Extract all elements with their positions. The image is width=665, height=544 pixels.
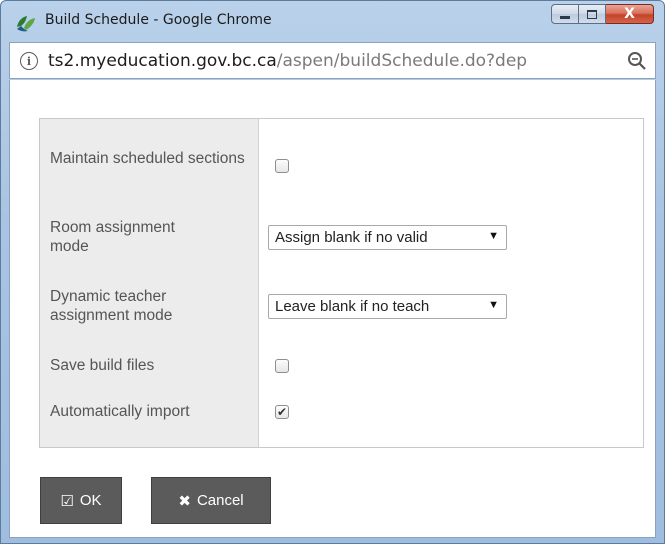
url-host: ts2.myeducation.gov.bc.ca — [48, 51, 277, 71]
close-icon: X — [624, 6, 635, 22]
cancel-button[interactable]: ✖ Cancel — [151, 477, 271, 524]
room-assignment-mode-select[interactable]: Assign blank if no valid ▼ — [268, 225, 507, 250]
minimize-button[interactable] — [551, 4, 579, 24]
label-maintain-scheduled-sections: Maintain scheduled sections — [50, 150, 245, 167]
title-bar[interactable]: Build Schedule - Google Chrome X — [1, 1, 664, 41]
checkbox-check-icon: ☑ — [60, 491, 74, 510]
close-window-button[interactable]: X — [606, 4, 654, 24]
address-bar[interactable]: i ts2.myeducation.gov.bc.ca/aspen/buildS… — [9, 42, 656, 79]
minimize-icon — [560, 15, 570, 19]
ok-button-label: OK — [79, 492, 102, 509]
automatically-import-checkbox[interactable]: ✔ — [275, 405, 289, 419]
label-room-assignment-mode: Room assignment mode — [50, 219, 175, 255]
save-build-files-checkbox[interactable] — [275, 359, 289, 373]
url-text[interactable]: ts2.myeducation.gov.bc.ca/aspen/buildSch… — [48, 51, 616, 71]
build-schedule-form: Maintain scheduled sections Room assignm… — [39, 118, 644, 448]
window-controls: X — [551, 4, 654, 24]
values-column: Assign blank if no valid ▼ Leave blank i… — [259, 119, 643, 447]
cancel-button-label: Cancel — [196, 492, 244, 509]
page-content: Maintain scheduled sections Room assignm… — [9, 80, 656, 538]
window-title: Build Schedule - Google Chrome — [45, 12, 272, 28]
room-assignment-mode-value: Assign blank if no valid — [275, 229, 428, 246]
label-dynamic-teacher-assignment-mode: Dynamic teacher assignment mode — [50, 288, 173, 324]
ok-button[interactable]: ☑ OK — [40, 477, 122, 524]
dynamic-teacher-assignment-mode-value: Leave blank if no teach — [275, 298, 430, 315]
label-save-build-files: Save build files — [50, 357, 155, 374]
maintain-scheduled-sections-checkbox[interactable] — [275, 159, 289, 173]
maximize-button[interactable] — [579, 4, 606, 24]
browser-window: Build Schedule - Google Chrome X i ts2.m… — [0, 0, 665, 544]
url-path: /aspen/buildSchedule.do?dep — [276, 51, 528, 71]
chrome-app-icon — [17, 16, 35, 32]
checkmark-icon: ✔ — [276, 405, 288, 419]
dropdown-arrow-icon: ▼ — [488, 299, 499, 311]
labels-column: Maintain scheduled sections Room assignm… — [40, 119, 259, 447]
maximize-icon — [587, 9, 597, 19]
close-x-icon: ✖ — [178, 491, 191, 510]
label-automatically-import: Automatically import — [50, 403, 190, 420]
dynamic-teacher-assignment-mode-select[interactable]: Leave blank if no teach ▼ — [268, 294, 507, 319]
info-icon[interactable]: i — [20, 52, 38, 70]
dropdown-arrow-icon: ▼ — [488, 230, 499, 242]
zoom-icon[interactable] — [627, 51, 647, 71]
